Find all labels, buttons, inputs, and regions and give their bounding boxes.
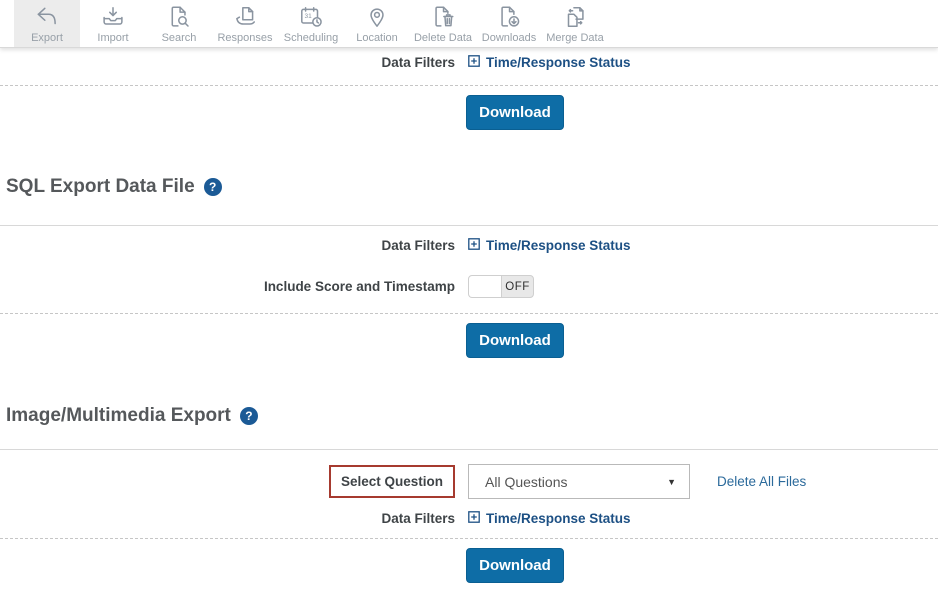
export-icon [34,4,60,30]
search-icon [166,4,192,30]
dashed-divider [0,538,938,539]
sql-export-heading: SQL Export Data File ? [0,175,938,199]
select-question-label-highlighted: Select Question [329,465,455,498]
export-page: Export Import Search Responses [0,0,938,616]
sql-data-filters-row: Data Filters Time/Response Status [0,238,938,253]
download-button[interactable]: Download [466,95,564,130]
toolbar-item-label: Export [31,32,63,44]
toolbar-item-label: Merge Data [546,32,603,44]
top-data-filters-row: Data Filters Time/Response Status [0,48,938,70]
delete-data-icon [430,4,456,30]
toolbar-item-merge-data[interactable]: Merge Data [542,0,608,47]
expand-plus-icon [468,238,480,253]
dashed-divider [0,85,938,86]
toolbar-item-scheduling[interactable]: 31 Scheduling [278,0,344,47]
toolbar-item-downloads[interactable]: Downloads [476,0,542,47]
data-filters-label: Data Filters [0,511,455,526]
toolbar-item-label: Search [162,32,197,44]
toolbar-item-label: Delete Data [414,32,472,44]
data-toolbar: Export Import Search Responses [0,0,938,48]
toolbar-item-import[interactable]: Import [80,0,146,47]
download-button[interactable]: Download [466,323,564,358]
toolbar-item-label: Import [97,32,128,44]
time-response-status-link[interactable]: Time/Response Status [468,511,631,526]
media-export-heading: Image/Multimedia Export ? [0,404,938,428]
time-response-status-link[interactable]: Time/Response Status [468,238,631,253]
responses-icon [232,4,258,30]
delete-all-files-link[interactable]: Delete All Files [717,474,806,489]
toolbar-item-export[interactable]: Export [14,0,80,47]
download-button[interactable]: Download [466,548,564,583]
section-divider [0,449,938,450]
section-title: SQL Export Data File [6,175,195,199]
downloads-icon [496,4,522,30]
section-title: Image/Multimedia Export [6,404,231,428]
help-icon[interactable]: ? [204,178,222,196]
include-score-row: Include Score and Timestamp OFF [0,275,938,298]
media-data-filters-row: Data Filters Time/Response Status [0,511,938,526]
location-icon [364,4,390,30]
toolbar-item-delete-data[interactable]: Delete Data [410,0,476,47]
expand-plus-icon [468,511,480,526]
toolbar-item-label: Location [356,32,398,44]
export-content: Data Filters Time/Response Status Downlo… [0,48,938,583]
scheduling-icon: 31 [298,4,324,30]
toolbar-item-label: Responses [217,32,272,44]
chevron-down-icon: ▼ [667,477,676,487]
import-icon [100,4,126,30]
toggle-state-label: OFF [502,281,533,293]
toolbar-item-label: Downloads [482,32,536,44]
help-icon[interactable]: ? [240,407,258,425]
dashed-divider [0,313,938,314]
svg-text:31: 31 [305,13,313,20]
select-question-row: Select Question All Questions ▼ Delete A… [0,464,938,499]
data-filters-label: Data Filters [0,238,455,253]
include-score-toggle[interactable]: OFF [468,275,534,298]
toolbar-item-location[interactable]: Location [344,0,410,47]
merge-data-icon [562,4,588,30]
include-score-label: Include Score and Timestamp [0,279,455,294]
question-select-value: All Questions [485,474,567,490]
toggle-knob [469,276,502,297]
time-response-status-link[interactable]: Time/Response Status [468,55,631,70]
data-filters-label: Data Filters [0,55,455,70]
toolbar-item-search[interactable]: Search [146,0,212,47]
toolbar-item-responses[interactable]: Responses [212,0,278,47]
question-select[interactable]: All Questions ▼ [468,464,690,499]
section-divider [0,225,938,226]
toolbar-item-label: Scheduling [284,32,338,44]
expand-plus-icon [468,55,480,70]
